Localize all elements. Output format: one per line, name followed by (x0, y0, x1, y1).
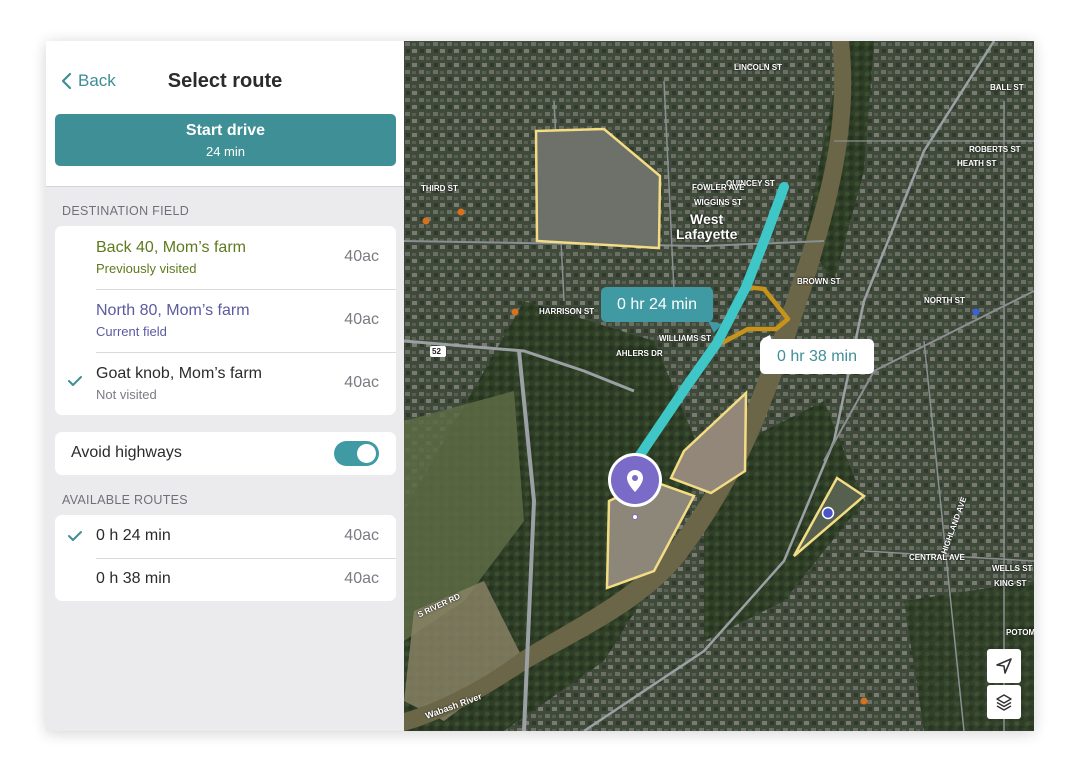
destination-size: 40ac (344, 311, 379, 328)
satellite-map (404, 41, 1034, 731)
route-callout-24-min[interactable]: 0 hr 24 min (601, 287, 713, 322)
routes-list: 0 h 24 min 40ac 0 h 38 min 40ac (55, 515, 396, 601)
street-label: BROWN ST (797, 277, 841, 286)
street-label: CENTRAL AVE (909, 553, 965, 562)
app-frame: Back Select route Start drive 24 min DES… (46, 41, 1034, 731)
route-duration: 0 h 38 min (96, 570, 171, 587)
destination-status: Current field (96, 324, 167, 339)
start-drive-button[interactable]: Start drive 24 min (55, 114, 396, 166)
street-label: WILLIAMS ST (659, 334, 711, 343)
avoid-highways-label: Avoid highways (71, 444, 182, 461)
destination-item-goat-knob[interactable]: Goat knob, Mom’s farm Not visited 40ac (55, 352, 396, 415)
destination-list: Back 40, Mom’s farm Previously visited 4… (55, 226, 396, 415)
avoid-highways-row: Avoid highways (55, 432, 396, 475)
layers-icon (996, 694, 1012, 711)
map-view[interactable]: LINCOLN ST QUINCEY ST FOWLER AVE WIGGINS… (404, 41, 1034, 731)
avoid-highways-toggle[interactable] (334, 441, 379, 466)
street-label: HEATH ST (957, 159, 997, 168)
check-icon (68, 531, 82, 541)
city-label: West (690, 211, 724, 227)
toggle-knob (357, 444, 376, 463)
destination-status: Not visited (96, 387, 157, 402)
street-label: THIRD ST (421, 184, 458, 193)
route-item[interactable]: 0 h 38 min 40ac (55, 558, 396, 601)
destination-item-north-80[interactable]: North 80, Mom’s farm Current field 40ac (55, 289, 396, 352)
sidebar-header: Back Select route Start drive 24 min (46, 41, 404, 187)
highway-shield-label: 52 (432, 347, 441, 356)
start-drive-duration: 24 min (205, 144, 246, 159)
routes-section-label: AVAILABLE ROUTES (62, 493, 188, 507)
navigation-arrow-icon (996, 658, 1012, 674)
route-item[interactable]: 0 h 24 min 40ac (55, 515, 396, 558)
destination-name: North 80, Mom’s farm (96, 302, 250, 319)
recenter-button[interactable] (987, 649, 1021, 683)
route-size: 40ac (344, 527, 379, 544)
street-label: POTOMA (1006, 628, 1034, 637)
street-label: WIGGINS ST (694, 198, 742, 207)
street-label: ROBERTS ST (969, 145, 1021, 154)
street-label: NORTH ST (924, 296, 965, 305)
street-label: BALL ST (990, 83, 1024, 92)
street-label: KING ST (994, 579, 1027, 588)
destination-name: Back 40, Mom’s farm (96, 239, 246, 256)
destination-size: 40ac (344, 248, 379, 265)
street-label: LINCOLN ST (734, 63, 782, 72)
street-label: WELLS ST (992, 564, 1033, 573)
street-label: HARRISON ST (539, 307, 595, 316)
destination-name: Goat knob, Mom’s farm (96, 365, 262, 382)
city-label: Lafayette (676, 226, 738, 242)
destination-status: Previously visited (96, 261, 197, 276)
destination-section-label: DESTINATION FIELD (62, 204, 190, 218)
route-duration: 0 h 24 min (96, 527, 171, 544)
check-icon (68, 376, 82, 386)
start-drive-label: Start drive (185, 122, 266, 139)
route-size: 40ac (344, 570, 379, 587)
sidebar: Back Select route Start drive 24 min DES… (46, 41, 404, 731)
destination-size: 40ac (344, 374, 379, 391)
page-title: Select route (167, 70, 283, 92)
street-label: AHLERS DR (616, 349, 663, 358)
route-callout-38-min[interactable]: 0 hr 38 min (760, 339, 874, 374)
destination-item-back-40[interactable]: Back 40, Mom’s farm Previously visited 4… (55, 226, 396, 289)
street-label: FOWLER AVE (692, 183, 745, 192)
layers-button[interactable] (987, 685, 1021, 719)
